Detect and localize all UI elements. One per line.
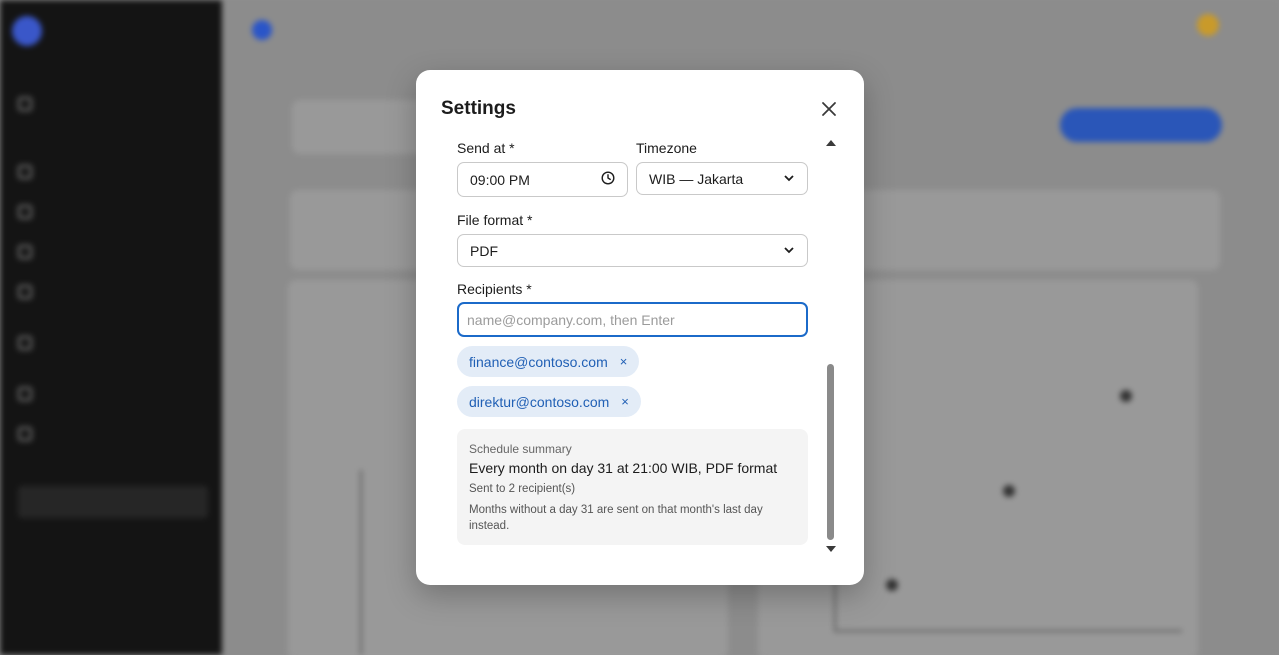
send-at-time-input[interactable]: 09:00 PM [457, 162, 628, 197]
background-button [1060, 108, 1222, 142]
remove-recipient-icon[interactable]: × [620, 354, 628, 369]
sidebar-section [18, 124, 208, 152]
chart-point [1003, 485, 1015, 497]
sidebar-item [18, 272, 208, 312]
dialog-title: Settings [441, 98, 516, 119]
scroll-up-icon[interactable] [826, 140, 836, 146]
chevron-down-icon [783, 243, 795, 259]
recipient-chip: direktur@contoso.com × [457, 386, 641, 417]
sidebar [0, 0, 222, 655]
recipient-chip: finance@contoso.com × [457, 346, 640, 377]
sidebar-item [18, 232, 208, 272]
report-icon [18, 427, 32, 441]
menu-icon [18, 165, 32, 179]
clock-icon[interactable] [601, 171, 615, 188]
summary-note: Months without a day 31 are sent on that… [469, 504, 763, 532]
schedule-summary: Schedule summary Every month on day 31 a… [457, 429, 808, 545]
chart-point [1120, 390, 1132, 402]
sidebar-subitem-active [18, 486, 208, 518]
sidebar-user [12, 16, 103, 46]
scrollbar[interactable] [824, 136, 836, 556]
summary-label: Schedule summary [469, 442, 572, 456]
sidebar-item [18, 192, 208, 232]
sidebar-user-role [52, 34, 103, 46]
database-icon [18, 285, 32, 299]
summary-sent: Sent to 2 recipient(s) [469, 483, 576, 495]
remove-recipient-icon[interactable]: × [621, 394, 629, 409]
file-format-select[interactable]: PDF [457, 234, 808, 267]
recipients-label: Recipients * [457, 281, 532, 297]
top-right-user [1197, 14, 1219, 36]
org-icon [18, 336, 32, 350]
chart-axis [834, 630, 1182, 632]
recipients-placeholder: name@company.com, then Enter [467, 311, 675, 328]
recipient-email: direktur@contoso.com [469, 393, 610, 410]
breadcrumb [222, 0, 1279, 60]
integration-icon [18, 205, 32, 219]
sidebar-subitem [18, 518, 208, 550]
sidebar-item [18, 152, 208, 192]
sidebar-item [18, 84, 208, 124]
recipient-email: finance@contoso.com [469, 353, 608, 370]
recipients-input[interactable]: name@company.com, then Enter [457, 302, 808, 337]
scrollbar-thumb[interactable] [827, 364, 834, 540]
sidebar-user-name [52, 16, 103, 31]
close-icon[interactable] [819, 99, 839, 119]
settings-scroll-area[interactable]: Send at * 09:00 PM Timezone WIB — Jakart… [441, 136, 841, 556]
chevron-down-icon [783, 171, 795, 187]
summary-main: Every month on day 31 at 21:00 WIB, PDF … [469, 460, 778, 476]
sidebar-subitem [18, 454, 208, 486]
sidebar-nav [18, 84, 208, 550]
sidebar-item [18, 312, 208, 374]
studio-icon [252, 20, 272, 40]
sidebar-item [18, 414, 208, 454]
chart-point [886, 579, 898, 591]
file-format-value: PDF [470, 242, 498, 259]
sidebar-item [18, 374, 208, 414]
page-icon [18, 387, 32, 401]
file-format-label: File format * [457, 212, 533, 228]
send-at-value: 09:00 PM [470, 171, 530, 188]
timezone-value: WIB — Jakarta [649, 170, 744, 187]
timezone-label: Timezone [636, 140, 697, 156]
chart-axis [360, 470, 362, 655]
send-at-label: Send at * [457, 140, 515, 156]
scroll-down-icon[interactable] [826, 546, 836, 552]
chart-axis [834, 580, 836, 632]
home-icon [18, 97, 32, 111]
connector-icon [18, 245, 32, 259]
timezone-select[interactable]: WIB — Jakarta [636, 162, 808, 195]
avatar [1197, 14, 1219, 36]
avatar [12, 16, 42, 46]
settings-dialog: Settings Send at * 09:00 PM Timezone WIB… [416, 70, 864, 585]
